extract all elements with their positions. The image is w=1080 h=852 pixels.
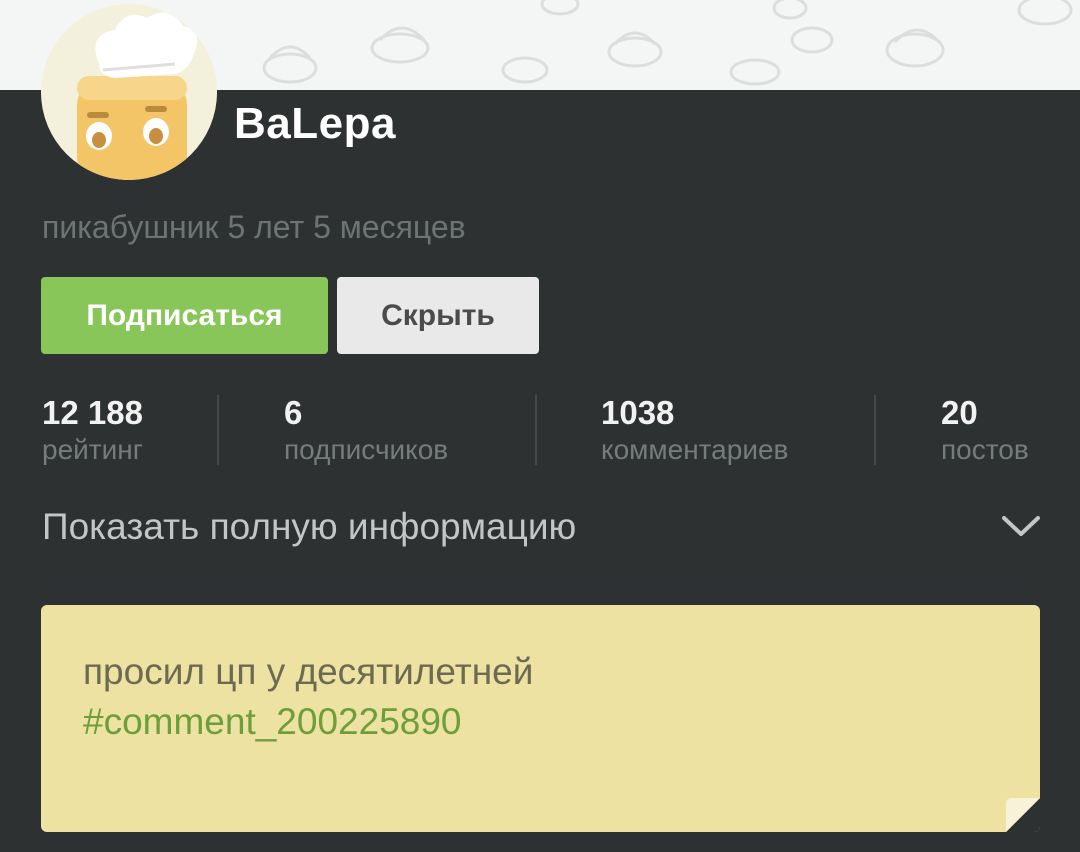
stat-subscribers[interactable]: 6 подписчиков (284, 393, 448, 467)
stat-divider (535, 395, 537, 465)
stat-divider (874, 395, 876, 465)
stat-divider (217, 395, 219, 465)
stat-value: 1038 (601, 394, 675, 431)
folded-corner-icon (1006, 798, 1040, 832)
chevron-down-icon (1002, 516, 1040, 536)
toast-chef-icon (41, 4, 217, 180)
stat-label: подписчиков (284, 434, 449, 465)
note-comment-link[interactable]: #comment_200225890 (83, 697, 462, 747)
stat-comments[interactable]: 1038 комментариев (601, 393, 788, 467)
stat-value: 12 188 (42, 394, 143, 431)
subscribe-button[interactable]: Подписаться (41, 277, 328, 354)
stat-value: 6 (284, 394, 303, 431)
show-full-info-label: Показать полную информацию (42, 506, 577, 547)
avatar[interactable] (41, 4, 217, 180)
stat-label: рейтинг (42, 434, 143, 465)
note-text: просил цп у десятилетней (83, 651, 534, 692)
show-full-info-toggle[interactable]: Показать полную информацию (0, 490, 1080, 566)
member-since: пикабушник 5 лет 5 месяцев (42, 209, 466, 245)
hide-button[interactable]: Скрыть (337, 277, 539, 354)
stat-value: 20 (941, 394, 978, 431)
stat-rating: 12 188 рейтинг (42, 393, 143, 467)
username: BaLepa (234, 99, 396, 148)
stat-label: постов (941, 434, 1029, 465)
stat-posts[interactable]: 20 постов (941, 393, 1029, 467)
user-note: просил цп у десятилетней #comment_200225… (41, 605, 1040, 832)
stat-label: комментариев (601, 434, 789, 465)
